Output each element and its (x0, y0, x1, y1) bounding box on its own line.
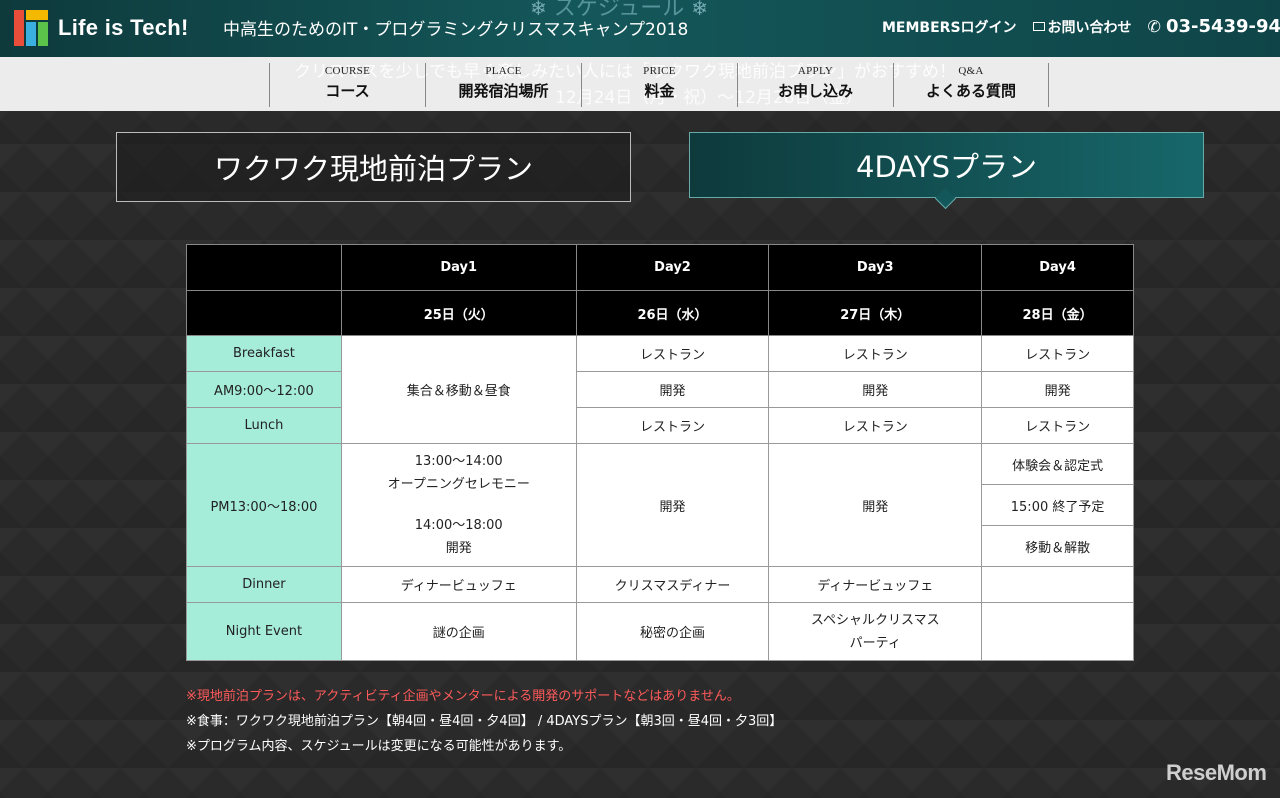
table-row: Dinner ディナービュッフェ クリスマスディナー ディナービュッフェ (186, 566, 1134, 603)
nav-item-en: PRICE (643, 65, 676, 77)
row-label-lunch: Lunch (186, 407, 342, 444)
note-no-support: ※現地前泊プランは、アクティビティ企画やメンターによる開発のサポートなどはありま… (186, 689, 740, 704)
site-header: ❄ スケジュール ❄ Life is Tech! 中高生のためのIT・プログラミ… (0, 0, 1280, 57)
phone-label: 03-5439-942 (1165, 16, 1280, 37)
schedule-notes: ※現地前泊プランは、アクティビティ企画やメンターによる開発のサポートなどはありま… (186, 684, 782, 759)
day4-dinner-cell (981, 566, 1134, 603)
nav-item-ja: 開発宿泊場所 (458, 82, 549, 100)
nav-item-course[interactable]: COURSE コース (269, 63, 425, 107)
day1-morning-cell: 集合＆移動＆昼食 (340, 335, 577, 444)
day-header: Day2 (575, 244, 770, 291)
nav-item-apply[interactable]: APPLY お申し込み (737, 63, 893, 107)
nav-items: COURSE コース PLACE 開発宿泊場所 PRICE 料金 APPLY お… (269, 63, 1049, 107)
day3-am-cell: 開発 (768, 371, 983, 408)
logo-mark-icon (14, 10, 48, 46)
day4-breakfast-cell: レストラン (981, 335, 1134, 372)
day-header: Day3 (768, 244, 983, 291)
contact-link[interactable]: お問い合わせ (1032, 17, 1132, 37)
schedule-table: Day1 Day2 Day3 Day4 25日（火） 26日（水） 27日（木）… (186, 244, 1134, 661)
nav-item-ja: コース (325, 82, 370, 100)
table-row: Breakfast 集合＆移動＆昼食 レストラン レストラン レストラン (186, 335, 1134, 444)
day1-pm-cell: 13:00〜14:00 オープニングセレモニー 14:00〜18:00 開発 (340, 443, 577, 567)
site-logo[interactable]: Life is Tech! (14, 9, 189, 47)
table-row: PM13:00〜18:00 13:00〜14:00 オープニングセレモニー 14… (186, 443, 1134, 567)
day1-pm-time2: 14:00〜18:00 (414, 518, 503, 533)
nav-item-en: COURSE (324, 65, 371, 77)
day1-pm-time1: 13:00〜14:00 (414, 454, 503, 469)
page-title: 中高生のためのIT・プログラミングクリスマスキャンプ2018 (223, 20, 689, 40)
nav-item-ja: 料金 (644, 82, 675, 100)
day1-dinner-cell: ディナービュッフェ (340, 566, 577, 603)
date-header: 26日（水） (575, 290, 770, 336)
day1-pm-act2: 開発 (445, 541, 472, 556)
row-label-night: Night Event (186, 602, 342, 661)
nav-item-qa[interactable]: Q&A よくある質問 (893, 63, 1049, 107)
day2-breakfast-cell: レストラン (575, 335, 770, 372)
table-row: AM9:00〜12:00 開発 開発 開発 (186, 371, 1134, 408)
nav-item-ja: よくある質問 (925, 82, 1016, 100)
day2-am-cell: 開発 (575, 371, 770, 408)
logo-text: Life is Tech! (58, 15, 189, 40)
day-header: Day1 (340, 244, 577, 291)
day3-night-line2: パーティ (849, 635, 901, 651)
members-login-link[interactable]: MEMBERSログイン (882, 17, 1017, 37)
day-header: Day4 (981, 244, 1134, 291)
row-label-am: AM9:00〜12:00 (186, 371, 342, 408)
nav-item-place[interactable]: PLACE 開発宿泊場所 (425, 63, 581, 107)
nav-item-price[interactable]: PRICE 料金 (581, 63, 737, 107)
day4-am-cell: 開発 (981, 371, 1134, 408)
date-header: 25日（火） (340, 290, 577, 336)
header-utility-links: MEMBERSログイン お問い合わせ ✆ 03-5439-942 (882, 16, 1280, 37)
day3-night-line1: スペシャルクリスマス (810, 612, 940, 628)
phone-number[interactable]: ✆ 03-5439-942 (1148, 16, 1280, 37)
contact-label: お問い合わせ (1047, 19, 1132, 36)
table-corner-cell (186, 244, 342, 291)
resemom-watermark: ReseMom (1166, 760, 1267, 785)
row-label-breakfast: Breakfast (186, 335, 342, 372)
note-meals: ※食事：ワクワク現地前泊プラン【朝4回・昼4回・夕4回】 / 4DAYSプラン【… (186, 714, 783, 729)
row-label-dinner: Dinner (186, 566, 342, 603)
date-header: 27日（木） (768, 290, 983, 336)
day2-pm-cell: 開発 (575, 443, 770, 567)
nav-item-en: APPLY (797, 65, 834, 77)
day4-pm2-cell: 15:00 終了予定 (981, 484, 1134, 526)
snowflake-icon: ❄ (691, 0, 708, 20)
table-row: Night Event 謎の企画 秘密の企画 スペシャルクリスマス パーティ (186, 602, 1134, 661)
phone-icon: ✆ (1147, 17, 1161, 36)
day3-dinner-cell: ディナービュッフェ (768, 566, 983, 603)
day2-dinner-cell: クリスマスディナー (575, 566, 770, 603)
day3-lunch-cell: レストラン (768, 407, 983, 444)
date-header: 28日（金） (981, 290, 1134, 336)
day3-pm-cell: 開発 (768, 443, 983, 567)
day1-pm-act1: オープニングセレモニー (387, 477, 530, 492)
table-corner-cell (186, 290, 342, 336)
day2-lunch-cell: レストラン (575, 407, 770, 444)
day4-night-cell (981, 602, 1134, 661)
day4-pm1-cell: 体験会＆認定式 (981, 443, 1134, 485)
day3-breakfast-cell: レストラン (768, 335, 983, 372)
nav-item-en: Q&A (958, 65, 984, 77)
day1-night-cell: 謎の企画 (340, 602, 577, 661)
table-row: Lunch レストラン レストラン レストラン (186, 407, 1134, 444)
nav-item-en: PLACE (485, 65, 522, 77)
main-nav: クリスマスを少しでも早く楽しみたい人には「ワクワク現地前泊プラン」がおすすめ！ … (0, 57, 1280, 111)
day3-night-cell: スペシャルクリスマス パーティ (768, 602, 983, 661)
tab-wakuwaku-plan[interactable]: ワクワク現地前泊プラン (116, 132, 631, 202)
day4-lunch-cell: レストラン (981, 407, 1134, 444)
nav-item-ja: お申し込み (777, 82, 853, 100)
mail-icon (1032, 22, 1045, 31)
day4-pm3-cell: 移動＆解散 (981, 525, 1134, 567)
tab-4days-plan[interactable]: 4DAYSプラン (689, 132, 1204, 198)
note-changes: ※プログラム内容、スケジュールは変更になる可能性があります。 (186, 739, 572, 754)
day2-night-cell: 秘密の企画 (575, 602, 770, 661)
row-label-pm: PM13:00〜18:00 (186, 443, 342, 567)
